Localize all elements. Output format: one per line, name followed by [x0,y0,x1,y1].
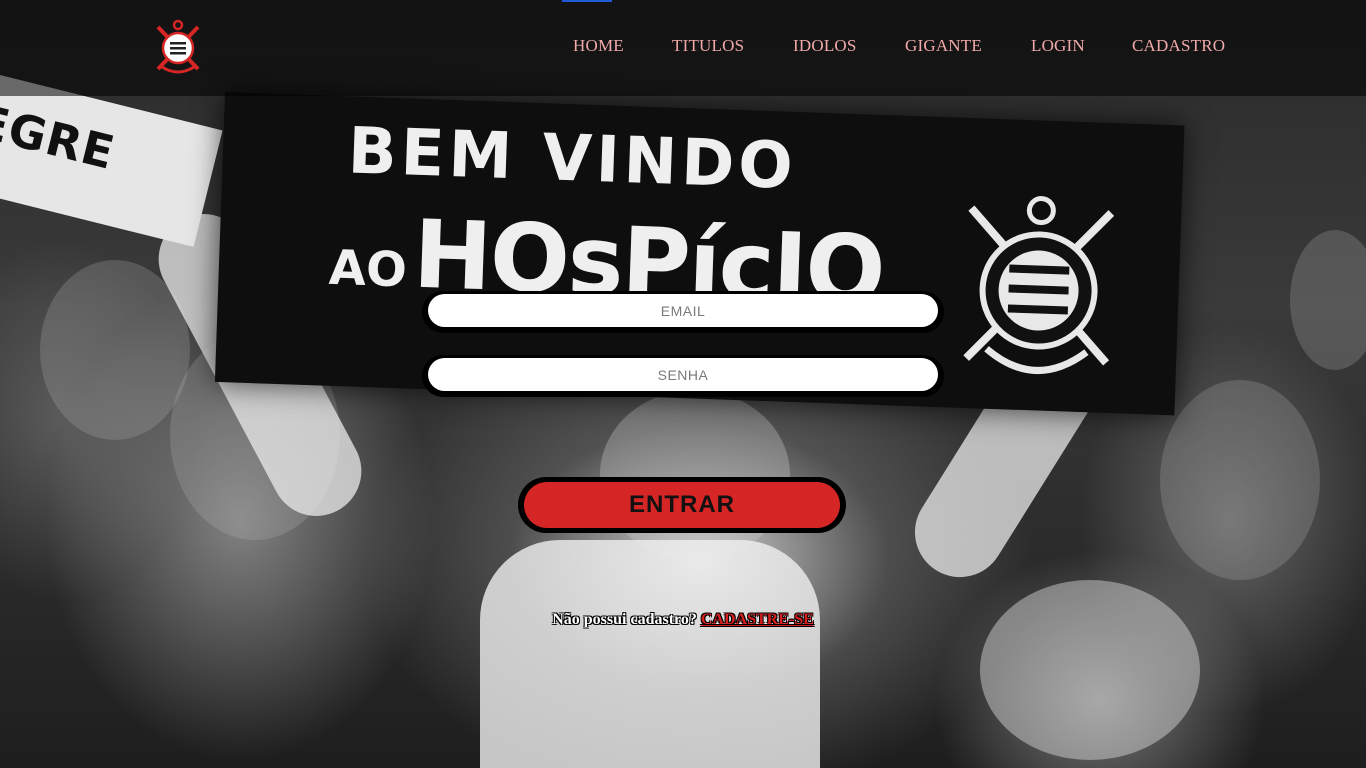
password-input[interactable] [428,358,938,391]
signup-link[interactable]: CADASTRE-SE [701,611,814,628]
crowd-figure [1160,380,1320,580]
enter-button-frame: ENTRAR [518,477,846,533]
password-field-frame [422,355,944,397]
crowd-figure [980,580,1200,760]
page: EGRE BEM VINDO AOHOsPícIO HOME TITULOS I… [0,0,1366,768]
nav-login[interactable]: LOGIN [1031,36,1085,56]
nav-gigante[interactable]: GIGANTE [905,36,982,56]
main-nav: HOME TITULOS IDOLOS GIGANTE LOGIN CADAST… [0,36,1366,62]
scarf-secondary-text: EGRE [0,93,121,181]
scarf-secondary: EGRE [0,70,223,247]
scarf-line2-prefix: AO [327,239,408,299]
nav-titulos[interactable]: TITULOS [672,36,744,56]
header-accent-bar [562,0,612,2]
nav-idolos[interactable]: IDOLOS [793,36,857,56]
torso [480,540,820,768]
email-field-frame [422,291,944,333]
enter-button[interactable]: ENTRAR [524,482,840,528]
crowd-figure [1290,230,1366,370]
email-input[interactable] [428,294,938,327]
nav-cadastro[interactable]: CADASTRO [1132,36,1225,56]
signup-prompt: Não possui cadastro? CADASTRE-SE [0,611,1366,629]
corinthians-crest-icon [963,196,1115,374]
scarf-line1: BEM VINDO [346,114,798,204]
signup-prompt-text: Não possui cadastro? [552,611,697,628]
top-navbar: HOME TITULOS IDOLOS GIGANTE LOGIN CADAST… [0,0,1366,96]
nav-home[interactable]: HOME [573,36,624,56]
crowd-figure [600,390,790,560]
